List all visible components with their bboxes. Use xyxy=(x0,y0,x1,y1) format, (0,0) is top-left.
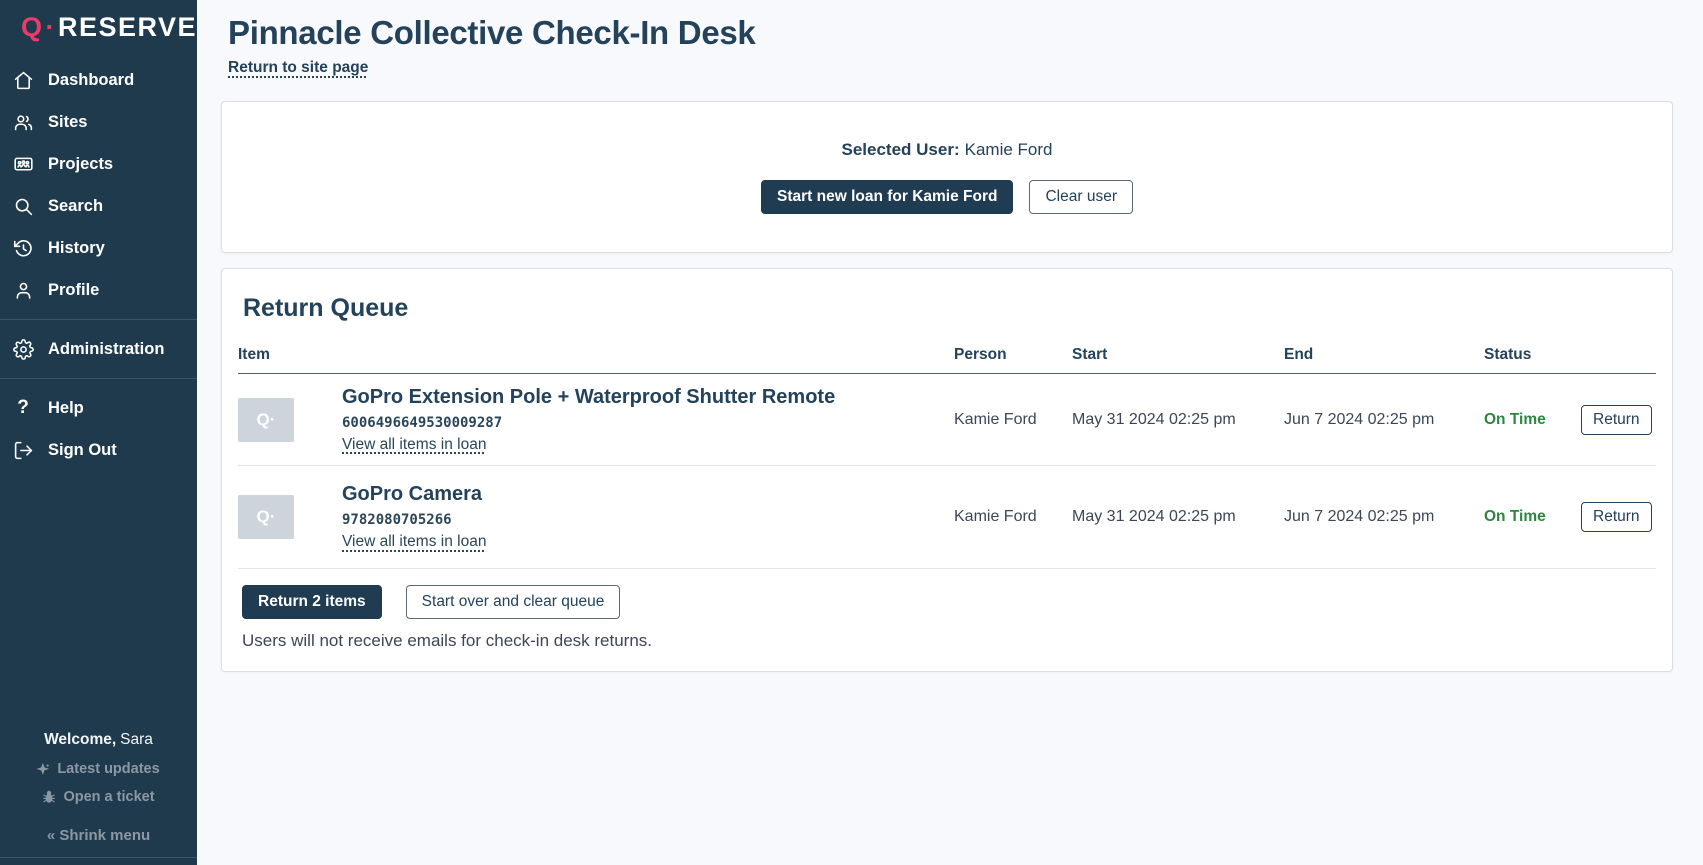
logo-name: RESERVE xyxy=(58,12,197,42)
return-queue-table: Item Person Start End Status Q· GoPro Ex… xyxy=(222,340,1672,569)
column-header-start: Start xyxy=(1072,346,1284,364)
selected-user-value: Kamie Ford xyxy=(965,140,1053,159)
sidebar-item-search[interactable]: Search xyxy=(0,185,197,227)
search-icon xyxy=(12,195,34,217)
item-info: GoPro Extension Pole + Waterproof Shutte… xyxy=(342,386,835,454)
item-cell: Q· GoPro Extension Pole + Waterproof Shu… xyxy=(238,386,954,454)
sidebar-footer: Welcome,Sara Latest updates Open a ticke… xyxy=(0,731,197,865)
item-cell: Q· GoPro Camera 9782080705266 View all i… xyxy=(238,483,954,551)
sidebar-item-label: Profile xyxy=(48,281,99,300)
column-header-item: Item xyxy=(238,346,954,364)
end-cell: Jun 7 2024 02:25 pm xyxy=(1284,508,1484,526)
item-barcode: 9782080705266 xyxy=(342,512,486,528)
column-header-status: Status xyxy=(1484,346,1581,364)
shrink-menu-button[interactable]: « Shrink menu xyxy=(47,827,150,844)
sidebar-item-label: Sites xyxy=(48,113,87,132)
logo-q: Q xyxy=(21,12,44,42)
table-row: Q· GoPro Extension Pole + Waterproof Shu… xyxy=(238,374,1656,466)
item-thumbnail: Q· xyxy=(238,495,294,539)
return-item-button[interactable]: Return xyxy=(1581,405,1652,435)
clear-user-button[interactable]: Clear user xyxy=(1029,180,1133,214)
sidebar-item-label: Help xyxy=(48,399,84,418)
sidebar-divider xyxy=(0,319,197,320)
item-barcode: 6006496649530009287 xyxy=(342,415,835,431)
queue-footer: Return 2 items Start over and clear queu… xyxy=(222,569,1672,655)
sidebar-nav: Dashboard Sites Projects Search History xyxy=(0,59,197,311)
status-badge: On Time xyxy=(1484,508,1581,526)
table-row: Q· GoPro Camera 9782080705266 View all i… xyxy=(238,466,1656,569)
selected-user-label: Selected User: xyxy=(842,140,960,159)
view-all-items-link[interactable]: View all items in loan xyxy=(342,436,486,454)
action-cell: Return xyxy=(1581,502,1656,532)
sidebar-item-sign-out[interactable]: Sign Out xyxy=(0,429,197,471)
profile-icon xyxy=(12,279,34,301)
sidebar-item-label: Sign Out xyxy=(48,441,117,460)
question-mark-icon: ? xyxy=(12,397,34,419)
action-cell: Return xyxy=(1581,405,1656,435)
sidebar-item-label: Dashboard xyxy=(48,71,134,90)
person-cell: Kamie Ford xyxy=(954,411,1072,429)
sidebar-item-label: Search xyxy=(48,197,103,216)
sidebar-item-dashboard[interactable]: Dashboard xyxy=(0,59,197,101)
table-header-row: Item Person Start End Status xyxy=(238,340,1656,374)
sidebar-item-administration[interactable]: Administration xyxy=(0,328,197,370)
main-content: Pinnacle Collective Check-In Desk Return… xyxy=(197,0,1703,865)
selected-user-actions: Start new loan for Kamie Ford Clear user xyxy=(761,180,1133,214)
status-badge: On Time xyxy=(1484,411,1581,429)
person-cell: Kamie Ford xyxy=(954,508,1072,526)
queue-footer-buttons: Return 2 items Start over and clear queu… xyxy=(242,585,1652,619)
return-all-items-button[interactable]: Return 2 items xyxy=(242,585,382,619)
gear-icon xyxy=(12,338,34,360)
sidebar-item-help[interactable]: ? Help xyxy=(0,387,197,429)
sidebar-bottom-divider xyxy=(0,857,197,865)
queue-note: Users will not receive emails for check-… xyxy=(242,631,1652,651)
start-over-button[interactable]: Start over and clear queue xyxy=(406,585,621,619)
sign-out-icon xyxy=(12,439,34,461)
column-header-person: Person xyxy=(954,346,1072,364)
item-title: GoPro Extension Pole + Waterproof Shutte… xyxy=(342,386,835,409)
open-ticket-link[interactable]: Open a ticket xyxy=(42,789,154,805)
start-cell: May 31 2024 02:25 pm xyxy=(1072,508,1284,526)
logo-dot: · xyxy=(46,12,57,42)
sparkle-icon xyxy=(37,763,50,776)
sidebar-item-label: History xyxy=(48,239,105,258)
return-queue-title: Return Queue xyxy=(222,269,1672,323)
return-item-button[interactable]: Return xyxy=(1581,502,1652,532)
item-info: GoPro Camera 9782080705266 View all item… xyxy=(342,483,486,551)
start-cell: May 31 2024 02:25 pm xyxy=(1072,411,1284,429)
sidebar-divider xyxy=(0,378,197,379)
sidebar-item-history[interactable]: History xyxy=(0,227,197,269)
users-icon xyxy=(12,111,34,133)
history-icon xyxy=(12,237,34,259)
view-all-items-link[interactable]: View all items in loan xyxy=(342,533,486,551)
sidebar-item-profile[interactable]: Profile xyxy=(0,269,197,311)
selected-user-line: Selected User: Kamie Ford xyxy=(842,140,1053,160)
return-to-site-link[interactable]: Return to site page xyxy=(228,59,368,77)
welcome-text: Welcome,Sara xyxy=(44,731,153,749)
selected-user-panel: Selected User: Kamie Ford Start new loan … xyxy=(221,101,1673,253)
latest-updates-link[interactable]: Latest updates xyxy=(37,761,159,777)
column-header-end: End xyxy=(1284,346,1484,364)
sidebar-item-projects[interactable]: Projects xyxy=(0,143,197,185)
page-title: Pinnacle Collective Check-In Desk xyxy=(228,14,1673,52)
home-icon xyxy=(12,69,34,91)
item-thumbnail: Q· xyxy=(238,398,294,442)
return-queue-panel: Return Queue Item Person Start End Statu… xyxy=(221,268,1673,672)
end-cell: Jun 7 2024 02:25 pm xyxy=(1284,411,1484,429)
sidebar-item-label: Administration xyxy=(48,340,164,359)
sidebar: Q·RESERVE Dashboard Sites Projects Searc… xyxy=(0,0,197,865)
app-logo[interactable]: Q·RESERVE xyxy=(21,12,197,43)
start-new-loan-button[interactable]: Start new loan for Kamie Ford xyxy=(761,180,1013,214)
bug-icon xyxy=(42,790,56,804)
projects-icon xyxy=(12,153,34,175)
sidebar-item-sites[interactable]: Sites xyxy=(0,101,197,143)
item-title: GoPro Camera xyxy=(342,483,486,506)
sidebar-item-label: Projects xyxy=(48,155,113,174)
